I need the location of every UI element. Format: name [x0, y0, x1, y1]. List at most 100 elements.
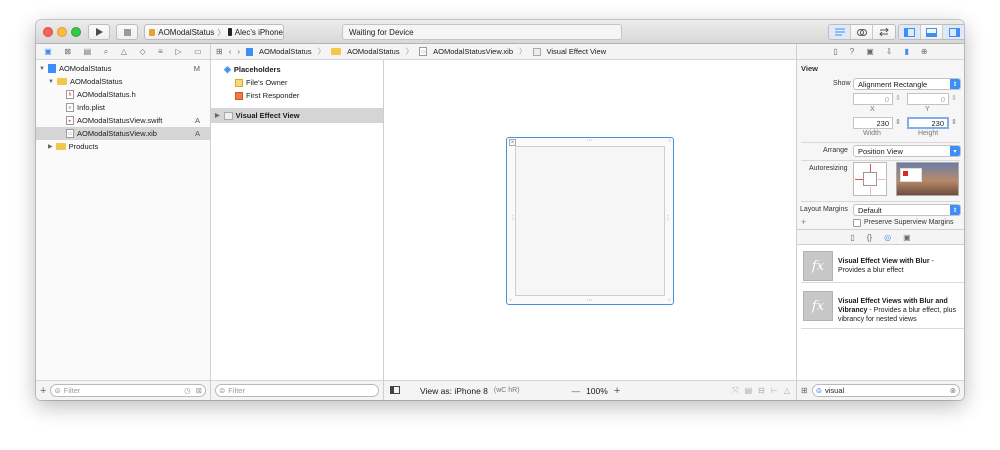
resize-handle-corner[interactable]: ⁘: [667, 297, 672, 304]
breadcrumb-item[interactable]: AOModalStatusView.xib: [433, 47, 513, 56]
tree-row-file[interactable]: ▸ AOModalStatusView.swift A: [36, 114, 210, 127]
y-stepper[interactable]: ⇕: [951, 94, 957, 102]
run-button[interactable]: [88, 24, 110, 40]
left-strut[interactable]: [855, 179, 863, 180]
utilities-toggle-icon[interactable]: [943, 25, 964, 39]
search-icon[interactable]: ⌕: [104, 47, 108, 57]
document-outline-toggle-icon[interactable]: [390, 385, 400, 396]
tree-row-file[interactable]: h AOModalStatus.h: [36, 88, 210, 101]
zoom-out-button[interactable]: —: [572, 386, 581, 396]
height-stepper[interactable]: ⇕: [951, 118, 957, 126]
related-items-icon[interactable]: ⊞: [216, 47, 223, 56]
back-arrow-icon[interactable]: ‹: [229, 47, 232, 56]
standard-editor-icon[interactable]: [829, 25, 851, 39]
outline-item-first-responder[interactable]: First Responder: [211, 89, 383, 102]
source-control-icon[interactable]: ⊠: [64, 47, 71, 56]
view-as-device[interactable]: View as: iPhone 8: [420, 386, 488, 396]
clear-search-icon[interactable]: ⊗: [950, 386, 956, 395]
assistant-editor-icon[interactable]: [851, 25, 873, 39]
debug-icon[interactable]: ≡: [158, 47, 163, 56]
align-icon[interactable]: ⊟: [758, 386, 765, 395]
outline-item-files-owner[interactable]: File's Owner: [211, 76, 383, 89]
grid-view-icon[interactable]: ⊞: [801, 386, 808, 395]
navigator-filter-input[interactable]: ⊜ Filter ◷ ⊠: [50, 384, 206, 397]
tree-row-group[interactable]: ▼ AOModalStatus: [36, 75, 210, 88]
stop-button[interactable]: [116, 24, 138, 40]
file-inspector-icon[interactable]: ▯: [833, 47, 837, 56]
library-search-input[interactable]: ⊜ visual ⊗: [811, 384, 960, 397]
tree-row-file[interactable]: ≡ Info.plist: [36, 101, 210, 114]
zoom-in-button[interactable]: +: [614, 385, 620, 397]
x-field[interactable]: 0: [853, 93, 893, 105]
scm-filter-icon[interactable]: ⊠: [196, 386, 202, 395]
resize-handle-corner[interactable]: ⁘: [508, 297, 513, 304]
interface-builder-canvas[interactable]: × ··· ··· ··· ··· ⁘ ⁘ ⁘ View as: iPhone …: [384, 44, 796, 400]
disclosure-closed-icon[interactable]: ▶: [48, 143, 53, 150]
recent-files-icon[interactable]: ◷: [184, 386, 191, 395]
folder-icon[interactable]: ▣: [44, 47, 52, 56]
y-field[interactable]: 0: [907, 93, 949, 105]
tree-row-project[interactable]: ▼ AOModalStatus M: [36, 62, 210, 75]
tree-row-group[interactable]: ▶ Products: [36, 140, 210, 153]
visual-effect-view[interactable]: × ··· ··· ··· ··· ⁘ ⁘ ⁘: [506, 137, 674, 305]
add-variation-button[interactable]: +: [801, 217, 806, 227]
top-strut[interactable]: [870, 164, 871, 172]
disclosure-closed-icon[interactable]: ▶: [215, 112, 220, 119]
object-library-icon[interactable]: ◎: [884, 233, 891, 242]
resize-handle-top[interactable]: ···: [586, 137, 593, 144]
library-item[interactable]: fx Visual Effect Views with Blur and Vib…: [801, 289, 964, 329]
show-popup[interactable]: Alignment Rectangle ⇕: [853, 78, 961, 90]
disclosure-open-icon[interactable]: ▼: [48, 79, 54, 85]
scheme-selector[interactable]: AOModalStatus 〉 Alec's iPhone: [144, 24, 284, 40]
height-field[interactable]: 230: [907, 117, 949, 129]
version-editor-icon[interactable]: [873, 25, 895, 39]
resolve-issues-icon[interactable]: △: [784, 386, 790, 395]
resize-handle-corner[interactable]: ⁘: [667, 138, 672, 145]
minimize-window-button[interactable]: [57, 27, 67, 37]
connections-inspector-icon[interactable]: ⊕: [921, 47, 928, 56]
outline-item-visual-effect-view[interactable]: ▶ Visual Effect View: [211, 108, 383, 123]
update-frames-icon[interactable]: ⤧: [732, 386, 738, 396]
breakpoint-icon[interactable]: ▷: [175, 47, 181, 56]
identity-inspector-icon[interactable]: ▣: [866, 47, 874, 56]
width-field[interactable]: 230: [853, 117, 893, 129]
debug-toggle-icon[interactable]: [921, 25, 943, 39]
breadcrumb-item[interactable]: AOModalStatus: [347, 47, 400, 56]
right-strut[interactable]: [878, 179, 886, 180]
disclosure-open-icon[interactable]: ▼: [39, 66, 45, 72]
outline-filter-input[interactable]: ⊜ Filter: [215, 384, 379, 397]
arrange-popup[interactable]: Position View ▾: [853, 145, 961, 157]
symbol-icon[interactable]: ▤: [84, 47, 92, 56]
code-snippet-icon[interactable]: {}: [867, 233, 872, 242]
forward-arrow-icon[interactable]: ›: [237, 47, 240, 56]
pin-icon[interactable]: ⊢: [771, 386, 778, 395]
warning-icon[interactable]: △: [121, 47, 127, 56]
width-stepper[interactable]: ⇕: [895, 118, 901, 126]
file-template-icon[interactable]: ▯: [850, 233, 854, 242]
report-icon[interactable]: ▭: [194, 47, 202, 56]
editor-mode-segmented[interactable]: [828, 24, 896, 40]
close-icon[interactable]: ×: [509, 139, 516, 146]
test-icon[interactable]: ◇: [139, 47, 145, 56]
breadcrumb-item[interactable]: AOModalStatus: [259, 47, 312, 56]
close-window-button[interactable]: [43, 27, 53, 37]
add-icon[interactable]: +: [40, 385, 46, 397]
x-stepper[interactable]: ⇕: [895, 94, 901, 102]
bottom-strut[interactable]: [870, 187, 871, 195]
stack-view-icon[interactable]: ▤: [745, 386, 753, 395]
media-library-icon[interactable]: ▣: [903, 233, 911, 242]
library-item[interactable]: fx Visual Effect View with Blur - Provid…: [801, 249, 964, 283]
autoresizing-mask-control[interactable]: [853, 162, 887, 196]
zoom-window-button[interactable]: [71, 27, 81, 37]
quick-help-icon[interactable]: ?: [850, 47, 854, 56]
layout-margins-popup[interactable]: Default ⇕: [853, 204, 961, 216]
preserve-margins-checkbox[interactable]: [853, 219, 861, 227]
resize-handle-bottom[interactable]: ···: [586, 297, 593, 304]
attributes-inspector-icon[interactable]: ⇩: [886, 47, 893, 56]
tree-row-file-selected[interactable]: ▭ AOModalStatusView.xib A: [36, 127, 210, 140]
resize-handle-right[interactable]: ···: [664, 214, 671, 221]
breadcrumb-item[interactable]: Visual Effect View: [547, 47, 607, 56]
navigator-toggle-icon[interactable]: [899, 25, 921, 39]
panel-toggle-segmented[interactable]: [898, 24, 964, 40]
size-inspector-icon[interactable]: ▮: [905, 47, 909, 56]
